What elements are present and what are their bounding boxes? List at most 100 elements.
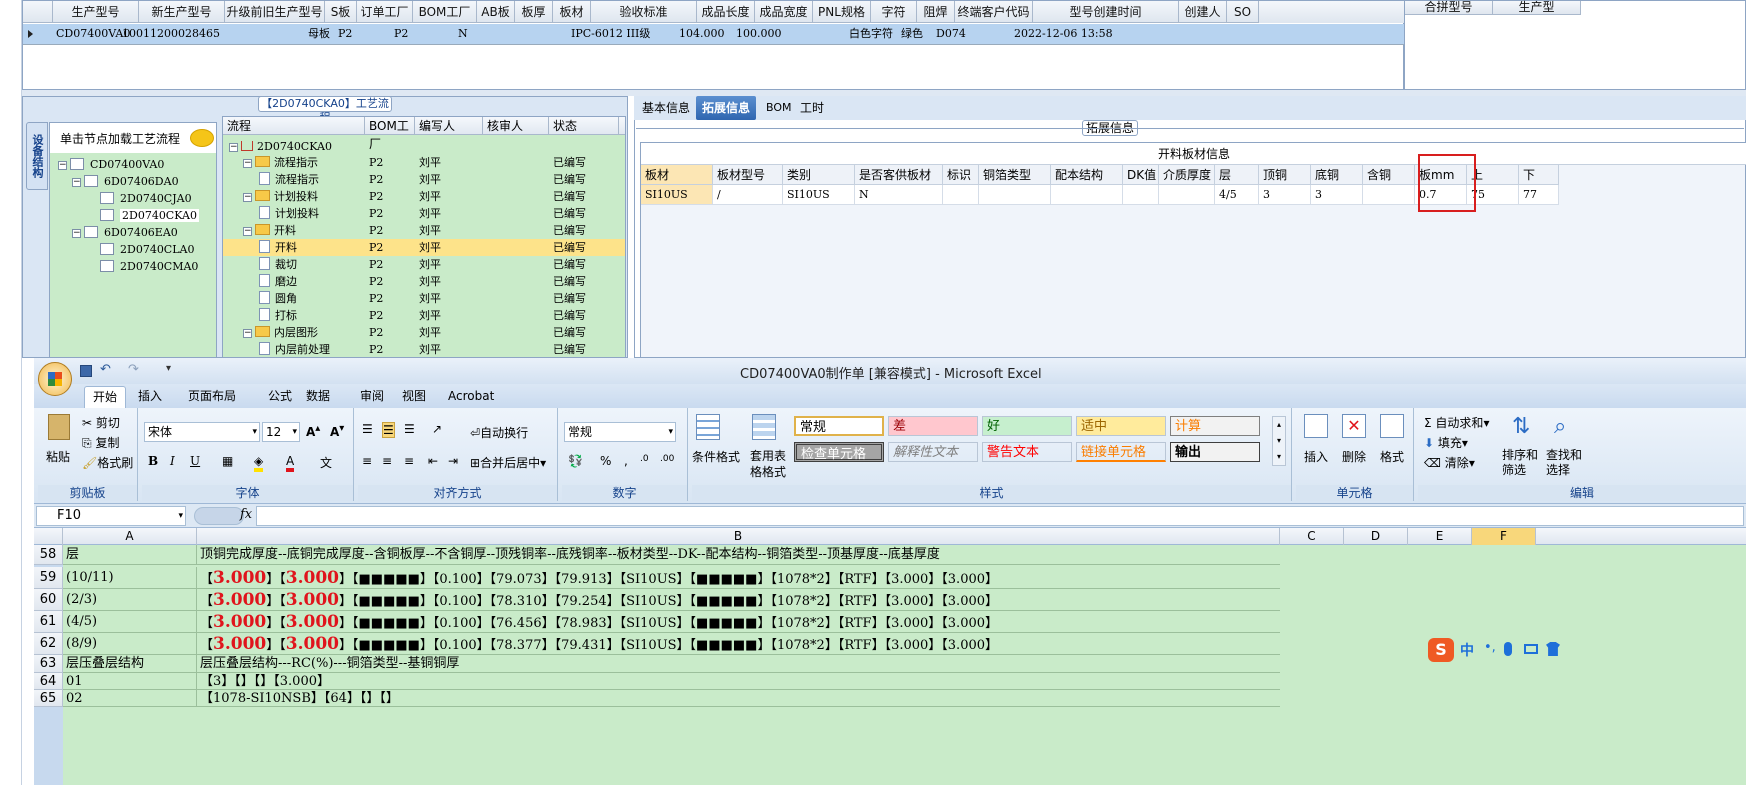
cell-a[interactable]: (4/5) (63, 611, 197, 632)
undo-icon[interactable]: ↶ (100, 362, 111, 377)
fill-button[interactable]: ⬇ 填充▾ (1424, 434, 1468, 451)
wrap-text-button[interactable]: ⏎自动换行 (470, 424, 528, 441)
tab-hours[interactable]: 工时 (794, 96, 830, 120)
format-cells-icon[interactable] (1380, 414, 1404, 438)
material-col-header[interactable]: 板材型号 (713, 165, 783, 185)
col-header-b[interactable]: B (197, 528, 1280, 545)
row-header[interactable]: 61 (34, 611, 63, 633)
col-header[interactable]: 成品长度 (697, 1, 755, 23)
delete-button[interactable]: 删除 (1342, 448, 1366, 465)
collapse-icon[interactable]: − (243, 193, 252, 202)
col-header[interactable]: 阻焊 (917, 1, 955, 23)
material-col-header[interactable]: 底铜 (1311, 165, 1363, 185)
cut-button[interactable]: ✂ 剪切 (82, 414, 120, 431)
col-header[interactable] (619, 117, 625, 135)
table-format-button[interactable]: 套用表格格式 (748, 448, 788, 480)
name-box[interactable]: F10 ▾ (36, 506, 186, 526)
material-col-header[interactable]: 含铜mm (1363, 165, 1415, 202)
border-icon[interactable]: ▦ (222, 454, 233, 468)
collapse-icon[interactable]: − (243, 329, 252, 338)
col-header[interactable]: 新生产型号 (139, 1, 225, 23)
office-button[interactable] (38, 362, 72, 396)
autosum-button[interactable]: Σ 自动求和▾ (1424, 414, 1489, 431)
ribbon-tab[interactable]: 公式 (260, 386, 300, 408)
ribbon-tab[interactable]: 插入 (130, 386, 170, 408)
material-cell[interactable] (1051, 185, 1123, 205)
mic-icon[interactable] (1504, 642, 1512, 656)
cell[interactable]: 白色字符 (846, 24, 893, 44)
flow-row[interactable]: − 流程指示 P2 刘平 已编写 (223, 154, 625, 171)
collapse-icon[interactable]: − (243, 227, 252, 236)
col-header[interactable]: 创建人 (1179, 1, 1227, 23)
style-normal[interactable]: 常规 (794, 416, 884, 436)
ribbon-tab[interactable]: 开始 (84, 386, 127, 408)
row-header[interactable]: 58 (34, 545, 63, 565)
col-header[interactable]: 板厚 (515, 1, 553, 23)
row-header[interactable]: 63 (34, 655, 63, 673)
format-button[interactable]: 格式 (1380, 448, 1404, 465)
material-col-header[interactable]: 类别 (783, 165, 855, 185)
style-warning[interactable]: 警告文本 (982, 442, 1072, 462)
col-header-c[interactable]: C (1280, 528, 1344, 545)
col-header[interactable]: 验收标准 (591, 1, 697, 23)
sort-filter-icon[interactable]: ⇅ (1512, 414, 1530, 439)
cell-a[interactable]: 层压叠层结构 (63, 655, 197, 672)
col-header[interactable]: 编写人 (415, 117, 483, 135)
shrink-font-icon[interactable]: A▾ (330, 423, 344, 439)
tab-basic[interactable]: 基本信息 (636, 96, 696, 120)
col-header[interactable]: 型号创建时间 (1033, 1, 1179, 23)
sheet-row[interactable]: (4/5) 【3.000】【3.000】【■■■■■】【0.100】【76.45… (63, 611, 1280, 633)
ribbon-tab[interactable]: 数据 (298, 386, 338, 408)
col-header[interactable]: 流程 (223, 117, 365, 135)
formula-splitter-icon[interactable] (194, 507, 244, 525)
material-cell[interactable] (1159, 185, 1215, 205)
punctuation-icon[interactable]: •, (1484, 640, 1496, 655)
col-header[interactable]: BOM工厂 (413, 1, 477, 23)
delete-cells-icon[interactable]: ✕ (1342, 414, 1366, 438)
style-output[interactable]: 输出 (1170, 442, 1260, 462)
cell-b[interactable]: 【3.000】【3.000】【■■■■■】【0.100】【78.377】【79.… (198, 633, 998, 654)
table-format-icon[interactable] (752, 414, 776, 440)
clear-button[interactable]: ⌫ 清除▾ (1424, 454, 1475, 471)
style-explanatory[interactable]: 解释性文本 (888, 442, 978, 462)
material-cell[interactable]: 4/5 (1215, 185, 1259, 205)
flow-row[interactable]: − 计划投料 P2 刘平 已编写 (223, 188, 625, 205)
col-header[interactable]: 板材 (553, 1, 591, 23)
flow-row[interactable]: 流程指示 P2 刘平 已编写 (223, 171, 625, 188)
ribbon-tab[interactable]: 视图 (394, 386, 434, 408)
cell-b[interactable]: 【3】【】【】【3.000】 (198, 673, 330, 689)
italic-icon[interactable]: I (170, 454, 175, 468)
cell-a[interactable]: (10/11) (63, 567, 197, 588)
font-name-select[interactable]: 宋体 ▾ (144, 422, 260, 442)
material-cell[interactable] (979, 185, 1051, 205)
currency-icon[interactable]: 💱 (568, 454, 583, 468)
col-header[interactable]: 生产型号 (53, 1, 139, 23)
paste-icon[interactable] (48, 414, 70, 440)
flow-row[interactable]: − 开料 P2 刘平 已编写 (223, 222, 625, 239)
sheet-row[interactable]: (2/3) 【3.000】【3.000】【■■■■■】【0.100】【78.31… (63, 589, 1280, 611)
col-header[interactable]: 字符 (871, 1, 917, 23)
material-col-header[interactable]: 铜箔类型 (979, 165, 1051, 185)
material-cell[interactable]: SI10US (783, 185, 855, 205)
sogou-icon[interactable]: S (1428, 638, 1454, 662)
percent-icon[interactable]: % (600, 454, 611, 468)
keyboard-icon[interactable] (1524, 644, 1538, 654)
collapse-icon[interactable]: − (243, 159, 252, 168)
cell-a[interactable]: (8/9) (63, 633, 197, 654)
col-header[interactable]: BOM工厂 (365, 117, 415, 151)
col-header-a[interactable]: A (63, 528, 197, 545)
redo-icon[interactable]: ↷ (128, 362, 139, 377)
top-grid-header[interactable] (23, 1, 53, 23)
style-good[interactable]: 好 (982, 416, 1072, 436)
insert-cells-icon[interactable] (1304, 414, 1328, 438)
cell-b[interactable]: 【1078-SI10NSB】【64】【】【】 (198, 690, 399, 706)
align-center-icon[interactable]: ≡ (382, 454, 392, 468)
cell[interactable]: D074 (933, 24, 966, 44)
flow-row[interactable]: 内层前处理 P2 刘平 已编写 (223, 341, 625, 357)
align-left-icon[interactable]: ≡ (362, 454, 372, 468)
formula-input[interactable] (256, 506, 1744, 526)
cell[interactable]: 100.000 (733, 24, 782, 44)
material-cell[interactable]: 77 (1519, 185, 1559, 205)
select-all[interactable] (34, 528, 63, 545)
row-header[interactable]: 64 (34, 673, 63, 690)
